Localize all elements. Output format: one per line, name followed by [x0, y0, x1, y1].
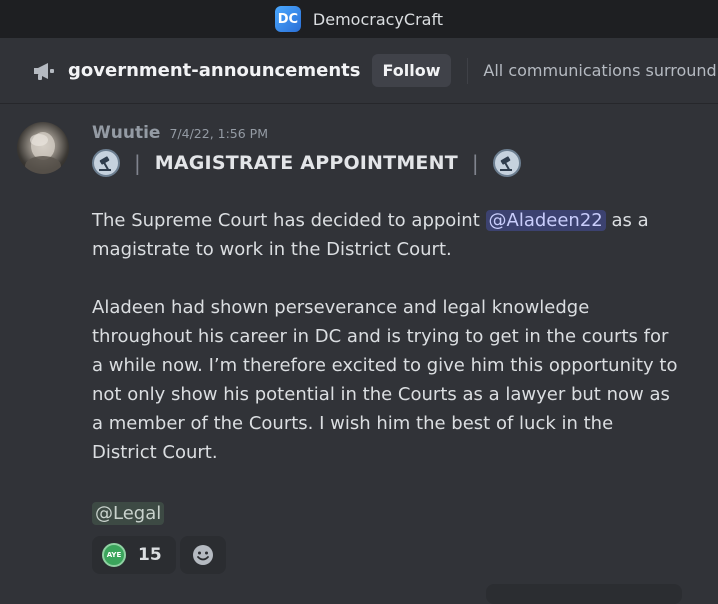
paragraph-appointment: The Supreme Court has decided to appoint… — [92, 206, 682, 264]
role-mention[interactable]: @Legal — [92, 502, 165, 525]
paragraph-details: Aladeen had shown perseverance and legal… — [92, 297, 678, 463]
announcement-title: MAGISTRATE APPOINTMENT — [154, 152, 458, 174]
channel-header: government-announcements Follow All comm… — [0, 38, 718, 104]
follow-button[interactable]: Follow — [372, 54, 451, 87]
avatar[interactable] — [17, 122, 69, 174]
court-gavel-emoji-icon — [92, 149, 120, 177]
channel-topic[interactable]: All communications surround... — [483, 61, 718, 80]
app-title: DemocracyCraft — [312, 9, 444, 29]
user-mention[interactable]: @Aladeen22 — [485, 210, 606, 231]
megaphone-icon — [32, 59, 56, 83]
add-reaction-button[interactable] — [179, 536, 226, 574]
reaction-count: 15 — [138, 545, 162, 565]
message: Wuutie 7/4/22, 1:56 PM | MAGISTRATE APPO… — [0, 104, 718, 594]
court-gavel-emoji-icon — [492, 149, 521, 177]
timestamp[interactable]: 7/4/22, 1:56 PM — [169, 126, 268, 141]
reaction-aye[interactable]: AYE 15 — [92, 536, 176, 574]
democracycraft-logo-icon: DC — [274, 6, 301, 32]
heading-separator: | — [471, 151, 479, 175]
aye-emoji-icon: AYE — [102, 543, 126, 567]
title-bar: DC DemocracyCraft — [0, 0, 718, 38]
announcement-heading: | MAGISTRATE APPOINTMENT | — [92, 149, 521, 177]
channel-name: government-announcements — [68, 60, 361, 81]
heading-separator: | — [134, 151, 141, 175]
reactions-bar: AYE 15 — [92, 536, 226, 574]
message-header: Wuutie 7/4/22, 1:56 PM — [92, 123, 268, 143]
paragraph1-start: The Supreme Court has decided to appoint — [92, 210, 486, 231]
add-reaction-smiley-icon — [192, 545, 213, 565]
header-divider — [466, 57, 468, 84]
author-name[interactable]: Wuutie — [92, 123, 160, 143]
message-actions-bar[interactable] — [486, 584, 682, 604]
message-body: The Supreme Court has decided to appoint… — [92, 206, 682, 496]
